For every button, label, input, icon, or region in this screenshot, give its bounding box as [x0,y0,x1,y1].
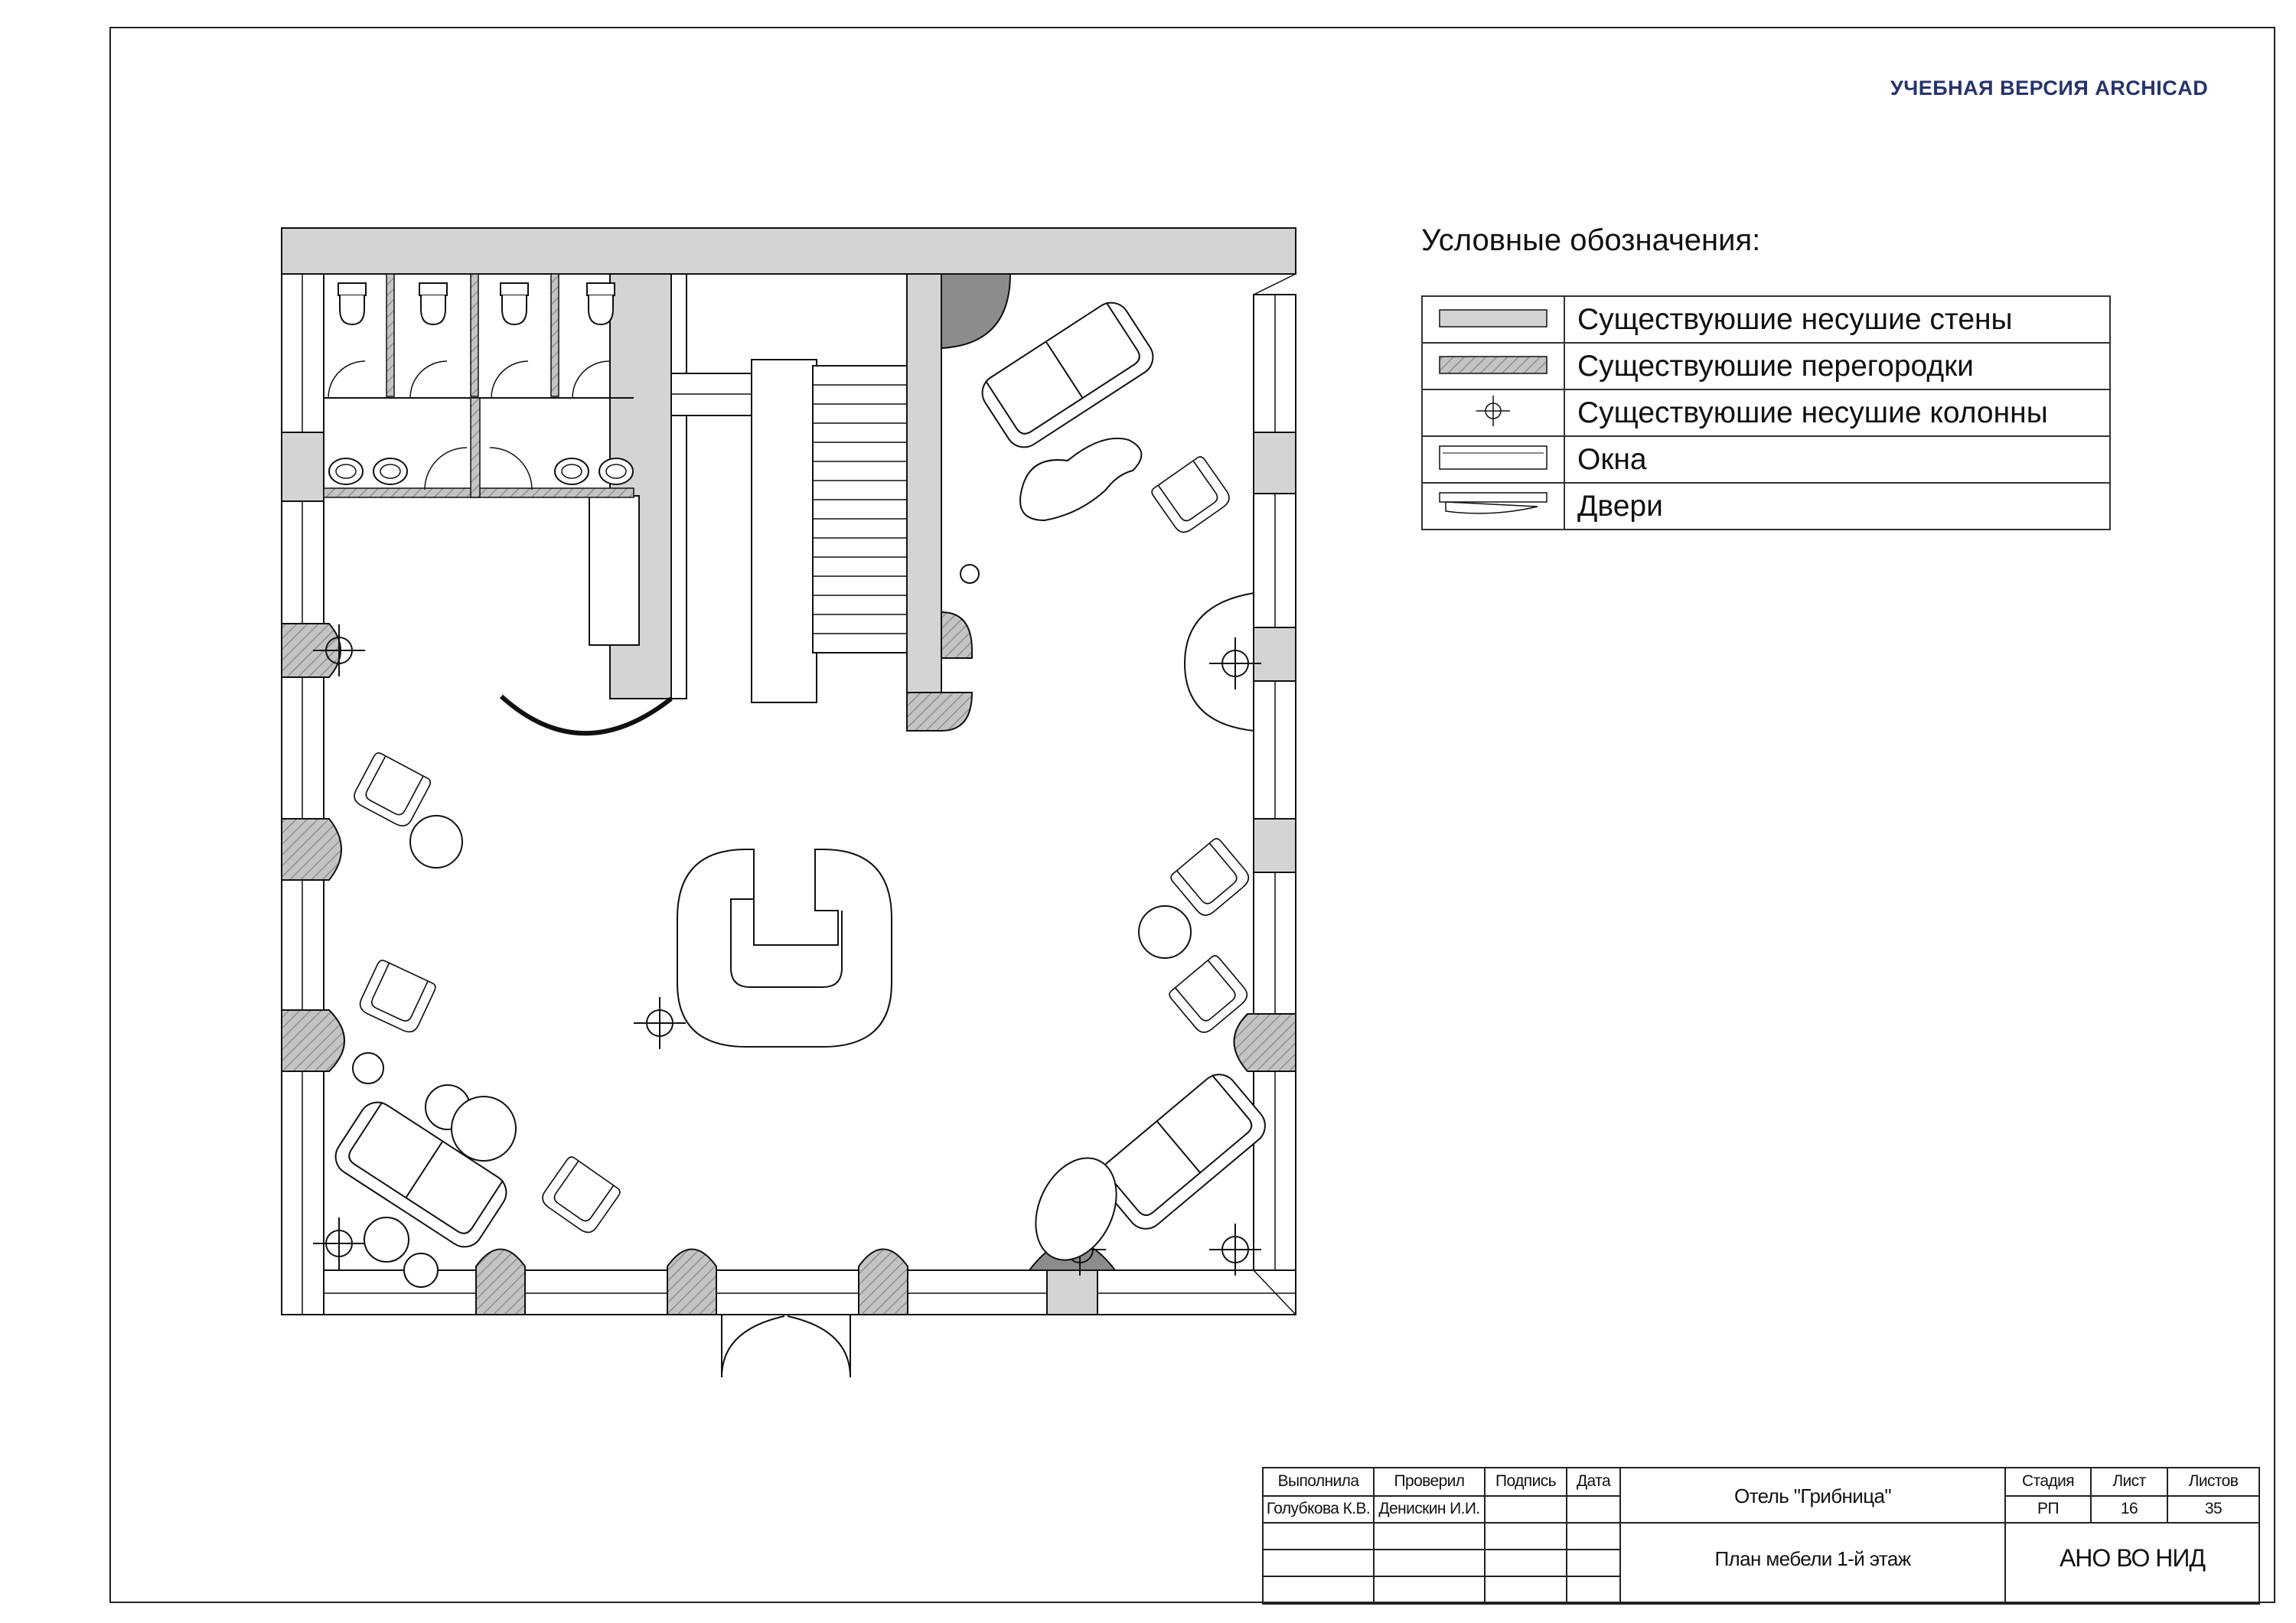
floor-plan [281,227,2260,1605]
restrooms [323,273,634,498]
column-crosshair-icon [1421,389,1565,437]
legend-table: Существуюшие несушие стены Существуюшие … [1421,295,2111,530]
header-checked: Проверил [1394,1472,1466,1490]
legend-label: Двери [1564,482,2111,530]
stage-value: РП [2037,1500,2060,1517]
performer-name: Голубкова К.В. [1266,1500,1371,1517]
legend-row: Окна [1421,435,2111,484]
staircase [670,359,908,703]
legend-title: Условные обозначения: [1421,223,1761,257]
legend-label: Существуюшие перегородки [1564,342,2111,390]
header-performed: Выполнила [1277,1472,1359,1490]
sheet-number: 16 [2120,1500,2138,1517]
door-symbol-icon [1421,482,1565,530]
entrance-double-door [721,1315,851,1378]
header-date: Дата [1576,1472,1611,1490]
project-name: Отель "Грибница" [1734,1484,1892,1507]
bearing-wall-swatch-icon [1421,295,1565,344]
legend-row: Существуюшие несушие стены [1421,295,2111,344]
curved-door [499,694,673,736]
checker-name: Денискин И.И. [1378,1500,1480,1517]
header-stage: Стадия [2022,1472,2075,1490]
legend-row: Двери [1421,482,2111,530]
legend-label: Существуюшие несушие колонны [1564,389,2111,437]
header-sheet: Лист [2112,1472,2146,1490]
organization-name: АНО ВО НИД [2059,1544,2206,1572]
legend-label: Существуюшие несушие стены [1564,295,2111,344]
header-sheets: Листов [2188,1472,2239,1490]
header-signature: Подпись [1495,1472,1557,1490]
title-block: Выполнила Проверил Подпись Дата Голубков… [1263,1468,2259,1604]
legend-row: Существуюшие перегородки [1421,342,2111,390]
partition-hatch-swatch-icon [1421,342,1565,390]
legend-label: Окна [1564,435,2111,484]
window-symbol-icon [1421,435,1565,484]
sheet-title: План мебели 1-й этаж [1714,1547,1911,1570]
sheets-total: 35 [2204,1500,2223,1517]
legend-row: Существуюшие несушие колонны [1421,389,2111,437]
